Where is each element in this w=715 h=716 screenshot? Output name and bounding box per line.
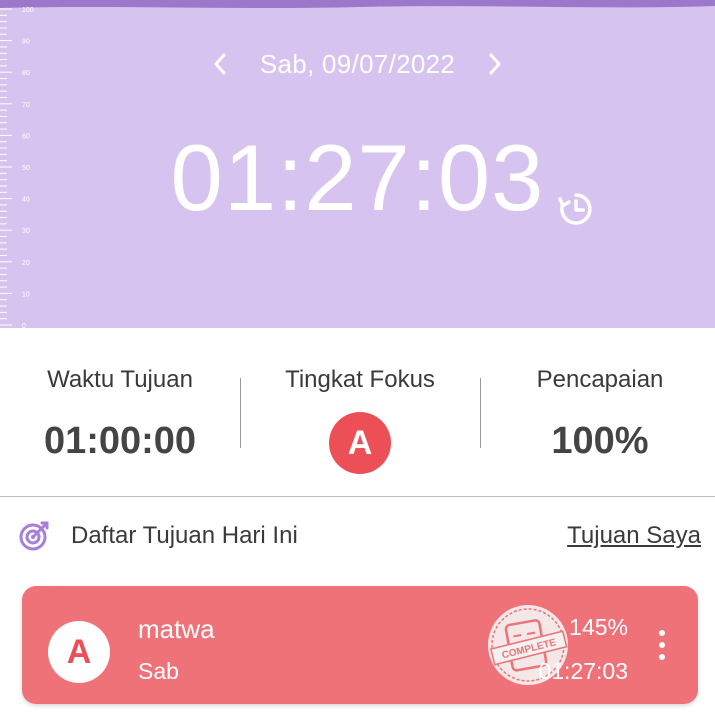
timer-panel: 100 90 80 70 60 50 40 30 20 10 0 Sab, 09/07/2022 0… <box>0 0 715 328</box>
goal-card[interactable]: A matwa Sab COMPLETE 145% 01:27:03 <box>22 586 698 704</box>
date-navigator: Sab, 09/07/2022 <box>0 44 715 84</box>
chevron-left-icon <box>214 53 226 75</box>
more-vert-icon[interactable] <box>652 630 672 660</box>
goal-time-value: 01:00:00 <box>43 420 197 462</box>
ruler-label: 10 <box>22 291 30 298</box>
focus-level-stat: Tingkat Fokus A <box>240 340 480 474</box>
ruler-label: 20 <box>22 260 30 267</box>
focus-level-label: Tingkat Fokus <box>285 366 435 393</box>
ruler-label: 100 <box>22 7 34 14</box>
achievement-label: Pencapaian <box>536 366 664 393</box>
achievement-stat: Pencapaian 100% <box>480 340 715 463</box>
target-icon <box>19 521 49 551</box>
menu-dot <box>659 654 665 660</box>
next-day-button[interactable] <box>475 44 515 84</box>
app-screen: 100 90 80 70 60 50 40 30 20 10 0 Sab, 09/07/2022 0… <box>0 0 715 716</box>
menu-dot <box>659 642 665 648</box>
ruler-label: 70 <box>22 102 30 109</box>
elapsed-time: 01:27:03 <box>170 125 545 230</box>
goal-name: matwa <box>138 614 215 644</box>
today-goals-title: Daftar Tujuan Hari Ini <box>71 522 298 549</box>
section-divider <box>0 496 715 497</box>
current-date: Sab, 09/07/2022 <box>259 48 456 79</box>
chevron-right-icon <box>489 53 501 75</box>
goal-percent: 145% <box>569 614 628 640</box>
goal-day: Sab <box>138 658 179 684</box>
my-goals-link[interactable]: Tujuan Saya <box>567 522 701 550</box>
focus-grade-badge: A <box>329 412 391 474</box>
goal-grade-badge: A <box>48 621 110 683</box>
today-goals-header: Daftar Tujuan Hari Ini Tujuan Saya <box>0 510 715 560</box>
goal-time-label: Waktu Tujuan <box>47 366 193 393</box>
previous-day-button[interactable] <box>200 44 240 84</box>
daily-stats: Waktu Tujuan 01:00:00 Tingkat Fokus A Pe… <box>0 340 715 490</box>
goal-elapsed-time: 01:27:03 <box>538 658 628 684</box>
menu-dot <box>659 630 665 636</box>
ruler-label: 0 <box>22 323 26 328</box>
clock-history-icon[interactable] <box>557 190 595 228</box>
top-wave <box>0 0 715 8</box>
achievement-value: 100% <box>551 420 649 462</box>
goal-time-stat: Waktu Tujuan 01:00:00 <box>0 340 240 463</box>
